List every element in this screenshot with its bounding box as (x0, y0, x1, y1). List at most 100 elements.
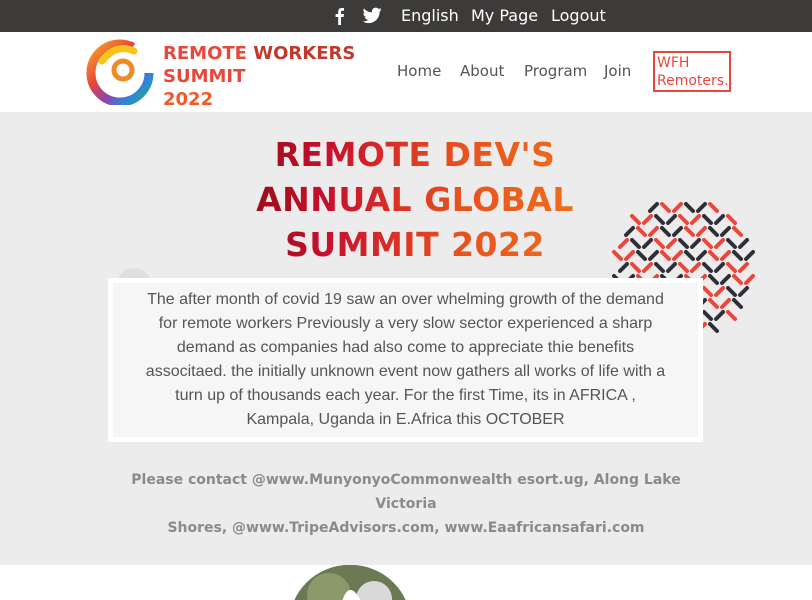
dot-pattern-dash (672, 226, 683, 237)
dot-pattern-dash (690, 238, 701, 249)
dot-pattern-dash (624, 226, 635, 237)
dot-pattern-dash (738, 286, 749, 297)
dot-pattern-dash (660, 250, 671, 261)
dot-pattern-dash (678, 262, 689, 273)
dot-pattern-dash (666, 238, 677, 249)
dot-pattern-dash (726, 310, 737, 321)
dot-pattern-dash (696, 226, 707, 237)
dot-pattern-dash (738, 262, 749, 273)
dot-pattern-dash (660, 226, 671, 237)
contact-line: Shores, @www.TripeAdvisors.com, www.Eaaf… (167, 520, 645, 536)
dot-pattern-dash (714, 262, 725, 273)
description-card: The after month of covid 19 saw an over … (113, 283, 698, 437)
wfh-remoters-button[interactable]: WFH Remoters.. (653, 51, 733, 92)
dot-pattern-dash (672, 274, 683, 285)
dot-pattern-dash (696, 298, 707, 309)
dot-pattern-dash (720, 226, 731, 237)
contact-line: Please contact @www.MunyonyoCommonwealth… (131, 472, 681, 512)
dot-pattern-dash (642, 214, 653, 225)
dot-pattern-dash (726, 262, 737, 273)
dot-pattern-dash (702, 286, 713, 297)
dot-pattern-dash (708, 274, 719, 285)
contact-info: Please contact @www.MunyonyoCommonwealth… (106, 468, 706, 540)
dot-pattern-dash (660, 274, 671, 285)
dot-pattern-dash (630, 214, 641, 225)
dot-pattern-dash (702, 310, 713, 321)
dot-pattern-dash (672, 202, 683, 213)
dot-pattern-dash (630, 238, 641, 249)
dot-pattern-dash (618, 262, 629, 273)
dot-pattern-dash (708, 202, 719, 213)
dot-pattern-dash (720, 298, 731, 309)
nav-program[interactable]: Program (524, 62, 587, 80)
dot-pattern-dash (678, 214, 689, 225)
dot-pattern-dash (708, 226, 719, 237)
description-line: for remote workers Previously a very slo… (158, 315, 653, 332)
dot-pattern-dash (648, 250, 659, 261)
dot-pattern-dash (612, 250, 623, 261)
dot-pattern-dash (708, 250, 719, 261)
hero-title-line: ANNUAL GLOBAL (200, 177, 630, 222)
dot-pattern-dash (636, 274, 647, 285)
nav-about[interactable]: About (460, 62, 504, 80)
site-header: REMOTE WORKERS SUMMIT 2022 Home About Pr… (0, 32, 812, 112)
dot-pattern-dash (642, 262, 653, 273)
twitter-icon[interactable] (363, 0, 382, 32)
dot-pattern-dash (714, 286, 725, 297)
dot-pattern-dash (654, 214, 665, 225)
dot-pattern-dash (696, 322, 707, 333)
dot-pattern-dash (636, 226, 647, 237)
dot-pattern-dash (624, 274, 635, 285)
dot-pattern-dash (684, 274, 695, 285)
nav-join[interactable]: Join (604, 62, 631, 80)
description-line: turn up of thousands each year. For the … (175, 387, 636, 404)
dot-pattern-dash (702, 262, 713, 273)
description-text: The after month of covid 19 saw an over … (119, 288, 692, 432)
dot-pattern-dash (636, 250, 647, 261)
dot-pattern-dash (690, 214, 701, 225)
hero-title-line: SUMMIT 2022 (200, 222, 630, 267)
nav-home[interactable]: Home (397, 62, 441, 80)
dot-pattern-dash (642, 238, 653, 249)
dot-pattern-dash (732, 274, 743, 285)
description-line: The after month of covid 19 saw an over … (147, 291, 664, 308)
hero-title: REMOTE DEV'S ANNUAL GLOBAL SUMMIT 2022 (200, 132, 630, 267)
remoters-label: Remoters.. (657, 73, 733, 89)
dot-pattern-dash (672, 250, 683, 261)
dot-pattern-dash (720, 250, 731, 261)
wfh-label: WFH (657, 55, 690, 71)
site-brand[interactable]: REMOTE WORKERS SUMMIT 2022 (163, 42, 355, 111)
dot-pattern-dash (714, 214, 725, 225)
dot-pattern-dash (684, 226, 695, 237)
dot-pattern-dash (666, 214, 677, 225)
dot-pattern-dash (612, 274, 623, 285)
brand-word-workers: WORKERS (253, 43, 356, 64)
facebook-icon[interactable] (333, 0, 345, 32)
language-link[interactable]: English (401, 0, 459, 32)
dot-pattern-dash (744, 274, 755, 285)
dot-pattern-dash (732, 298, 743, 309)
dot-pattern-dash (726, 238, 737, 249)
dot-pattern-dash (648, 274, 659, 285)
dot-pattern-dash (726, 286, 737, 297)
dot-pattern-dash (732, 226, 743, 237)
dot-pattern-dash (708, 298, 719, 309)
dot-pattern-dash (738, 238, 749, 249)
dot-pattern-dash (624, 250, 635, 261)
my-page-link[interactable]: My Page (471, 0, 538, 32)
dot-pattern-dash (648, 226, 659, 237)
logout-link[interactable]: Logout (551, 0, 606, 32)
brand-year: 2022 (163, 89, 214, 110)
dot-pattern-dash (744, 250, 755, 261)
dot-pattern-dash (702, 238, 713, 249)
dot-pattern-dash (654, 262, 665, 273)
dot-pattern-dash (696, 274, 707, 285)
description-line: demand as companies had also come to app… (176, 339, 635, 356)
summit-logo[interactable] (86, 37, 154, 107)
description-line: associtaed. the initially unknown event … (145, 363, 666, 380)
brand-word-summit: SUMMIT (163, 66, 246, 87)
top-utility-bar: English My Page Logout (0, 0, 812, 32)
dot-pattern-dash (678, 238, 689, 249)
dot-pattern-dash (666, 262, 677, 273)
next-section-preview (0, 565, 812, 600)
